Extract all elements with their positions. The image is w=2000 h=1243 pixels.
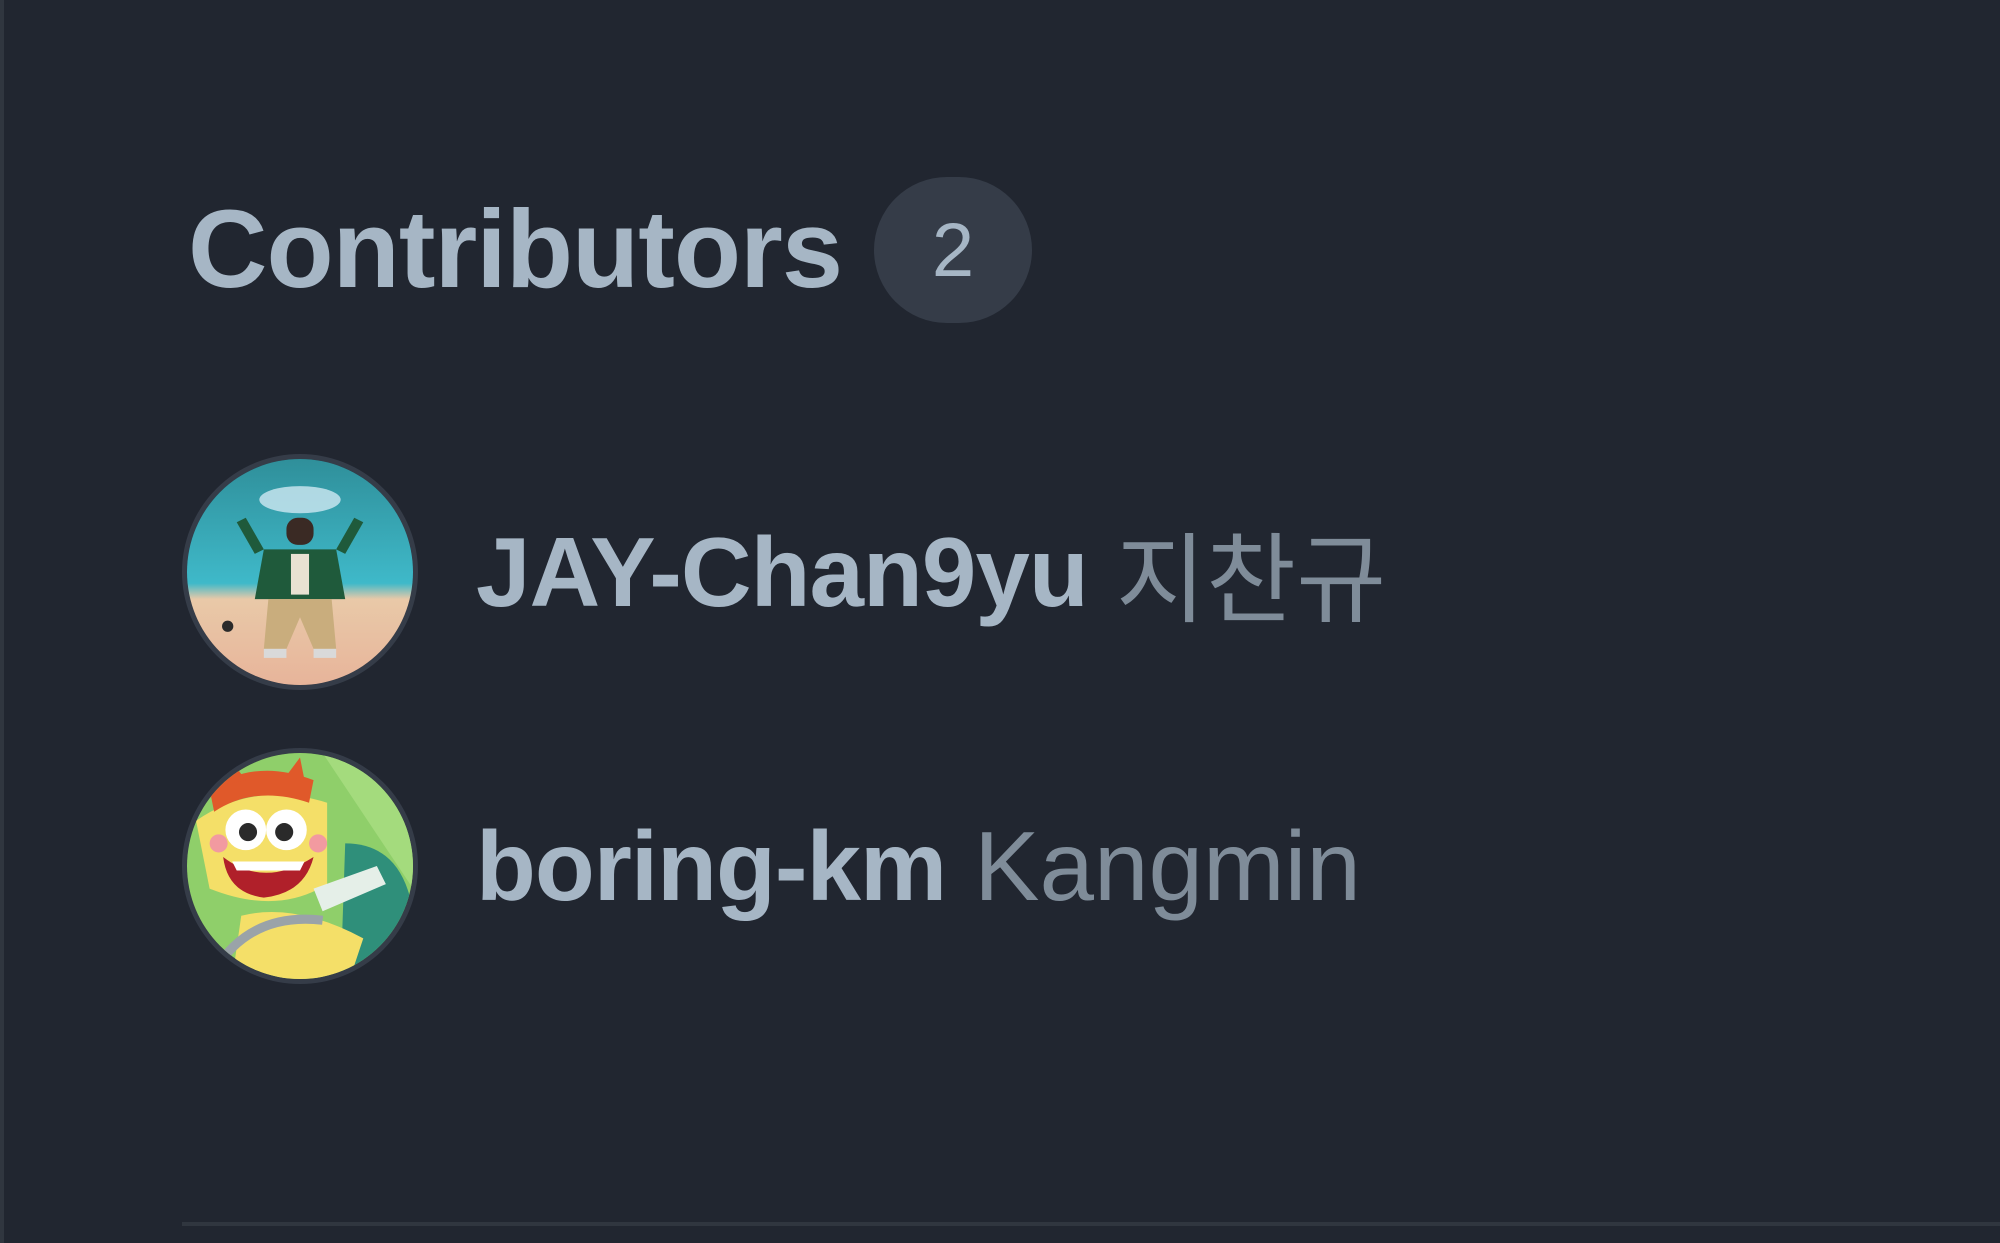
avatar[interactable] bbox=[182, 454, 418, 690]
cartoon-avatar-icon bbox=[187, 753, 413, 979]
contributor-item[interactable]: JAY-Chan9yu 지찬규 bbox=[182, 452, 1386, 692]
contributors-list: JAY-Chan9yu 지찬규 boring-km Kangmin bbox=[182, 452, 1386, 1040]
contributor-name: Kangmin bbox=[974, 810, 1361, 921]
contributor-name: 지찬규 bbox=[1115, 525, 1387, 635]
person-photo-avatar-icon bbox=[187, 459, 413, 685]
contributor-login-link[interactable]: boring-km bbox=[476, 810, 947, 923]
contributor-login-link[interactable]: JAY-Chan9yu bbox=[476, 516, 1089, 629]
contributors-title-link[interactable]: Contributors bbox=[188, 195, 843, 305]
contributors-header: Contributors 2 bbox=[188, 176, 1033, 324]
contributors-count-badge: 2 bbox=[874, 177, 1033, 323]
contributor-item[interactable]: boring-km Kangmin bbox=[182, 746, 1386, 986]
sidebar-panel: Contributors 2 JAY-Chan9yu 지찬규 boring-km… bbox=[0, 0, 2000, 1243]
section-divider bbox=[182, 1222, 2000, 1226]
contributors-section: Contributors 2 JAY-Chan9yu 지찬규 boring-km… bbox=[182, 0, 2000, 1243]
avatar[interactable] bbox=[182, 748, 418, 984]
